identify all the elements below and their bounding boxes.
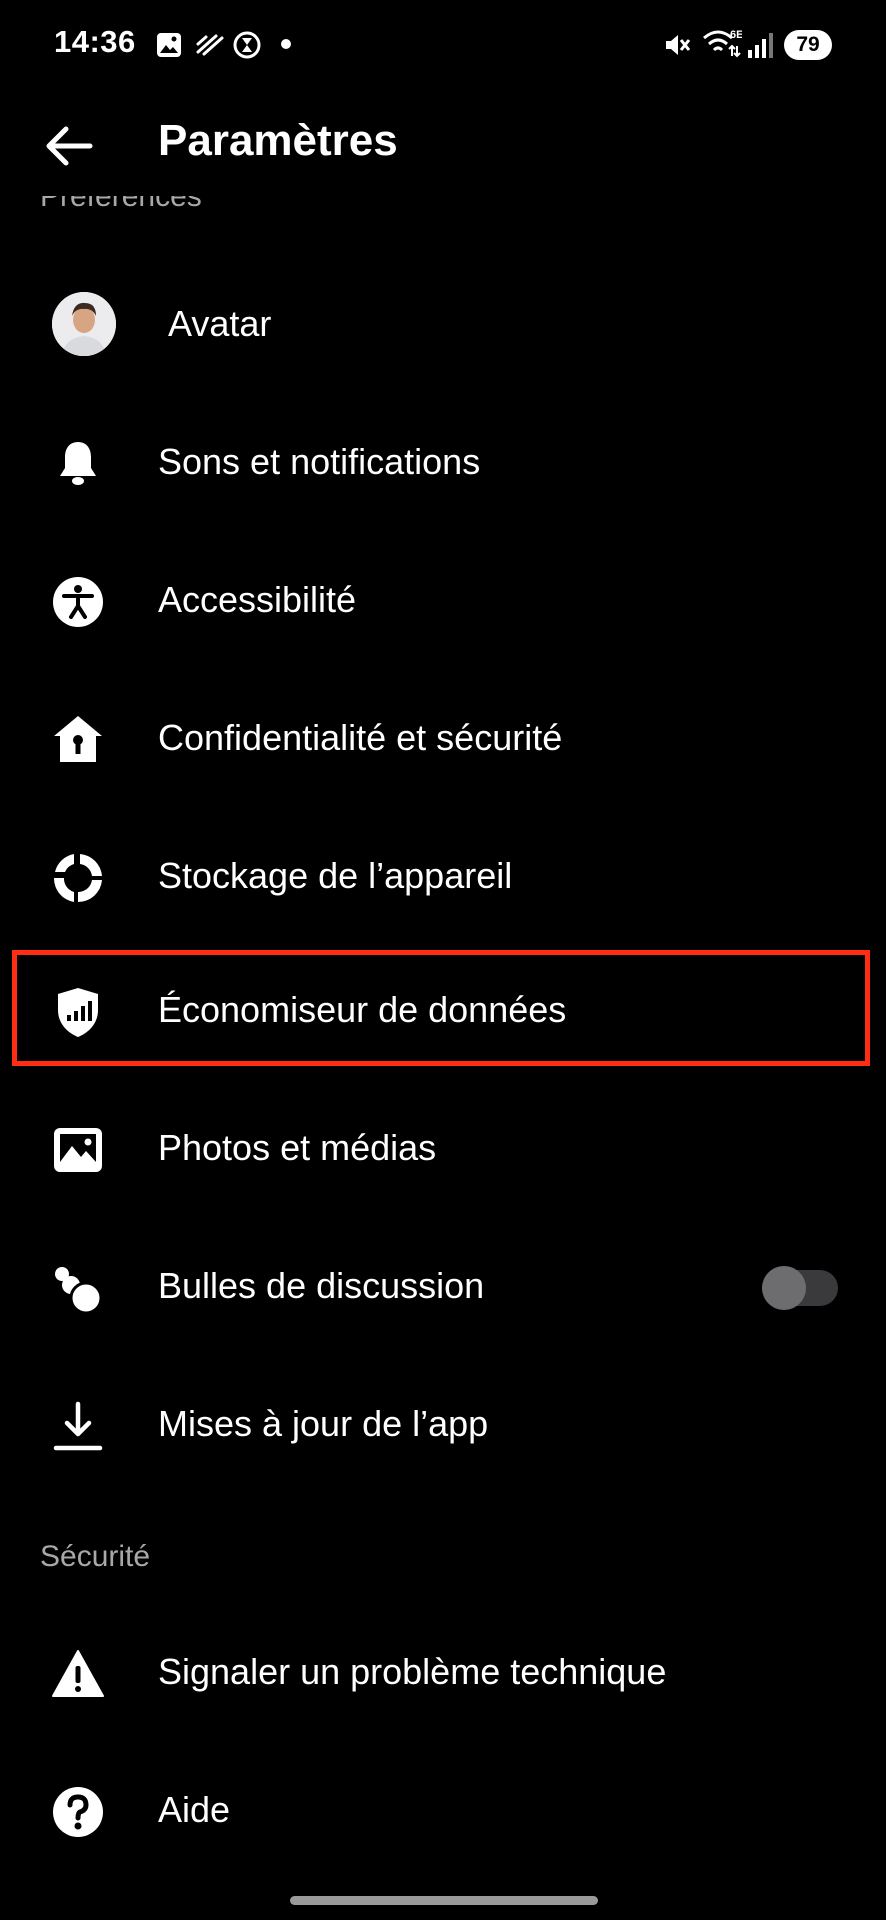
no-signal-icon xyxy=(196,34,224,56)
chat-bubbles-toggle[interactable] xyxy=(762,1266,838,1310)
home-indicator[interactable] xyxy=(290,1896,598,1905)
house-lock-icon xyxy=(54,716,102,762)
section-header-preferences: Préférences xyxy=(40,196,202,224)
settings-item-label: Aide xyxy=(158,1789,231,1830)
settings-item-label: Bulles de discussion xyxy=(158,1265,485,1306)
warning-icon xyxy=(52,1650,104,1697)
help-icon xyxy=(53,1787,103,1837)
section-preferences-label: Préférences xyxy=(40,196,202,213)
image-icon xyxy=(157,33,181,57)
settings-item-label: Sons et notifications xyxy=(158,441,481,482)
accessibility-icon xyxy=(53,577,103,627)
settings-item-avatar[interactable]: Avatar xyxy=(0,258,886,390)
signal-icon xyxy=(748,33,773,58)
settings-item-photos[interactable]: Photos et médias xyxy=(0,1082,886,1214)
hourglass-icon xyxy=(233,31,261,59)
settings-item-report-problem[interactable]: Signaler un problème technique xyxy=(0,1606,886,1738)
battery-level: 79 xyxy=(784,30,832,60)
settings-item-label: Avatar xyxy=(168,303,272,344)
photo-icon xyxy=(54,1128,102,1172)
bell-icon xyxy=(60,442,96,485)
storage-icon xyxy=(53,854,102,903)
mute-icon xyxy=(666,35,691,55)
settings-item-label: Mises à jour de l’app xyxy=(158,1403,489,1444)
settings-item-notifications[interactable]: Sons et notifications xyxy=(0,396,886,528)
highlight-box xyxy=(12,950,870,1066)
toggle-knob xyxy=(762,1266,806,1310)
status-bar: 14:36 6E 79 xyxy=(0,0,886,92)
settings-item-label: Signaler un problème technique xyxy=(158,1651,667,1692)
back-button[interactable] xyxy=(40,116,100,176)
settings-item-accessibility[interactable]: Accessibilité xyxy=(0,534,886,666)
download-icon xyxy=(53,1401,103,1451)
dot-icon xyxy=(281,39,291,49)
network-label: 6E xyxy=(730,29,742,41)
avatar xyxy=(52,292,116,356)
settings-item-app-updates[interactable]: Mises à jour de l’app xyxy=(0,1358,886,1490)
settings-item-label: Confidentialité et sécurité xyxy=(158,717,563,758)
status-time: 14:36 xyxy=(54,24,136,59)
bubbles-icon xyxy=(55,1267,103,1315)
section-header-security: Sécurité xyxy=(40,1540,151,1573)
settings-item-label: Stockage de l’appareil xyxy=(158,855,513,896)
settings-item-storage[interactable]: Stockage de l’appareil xyxy=(0,810,886,942)
page-title: Paramètres xyxy=(158,116,398,165)
settings-item-privacy[interactable]: Confidentialité et sécurité xyxy=(0,672,886,804)
settings-item-label: Accessibilité xyxy=(158,579,357,620)
settings-item-help[interactable]: Aide xyxy=(0,1744,886,1876)
wifi-icon: 6E xyxy=(703,29,742,58)
settings-item-label: Photos et médias xyxy=(158,1127,437,1168)
settings-item-chat-bubbles[interactable]: Bulles de discussion xyxy=(0,1220,886,1352)
arrow-left-icon xyxy=(46,126,93,166)
